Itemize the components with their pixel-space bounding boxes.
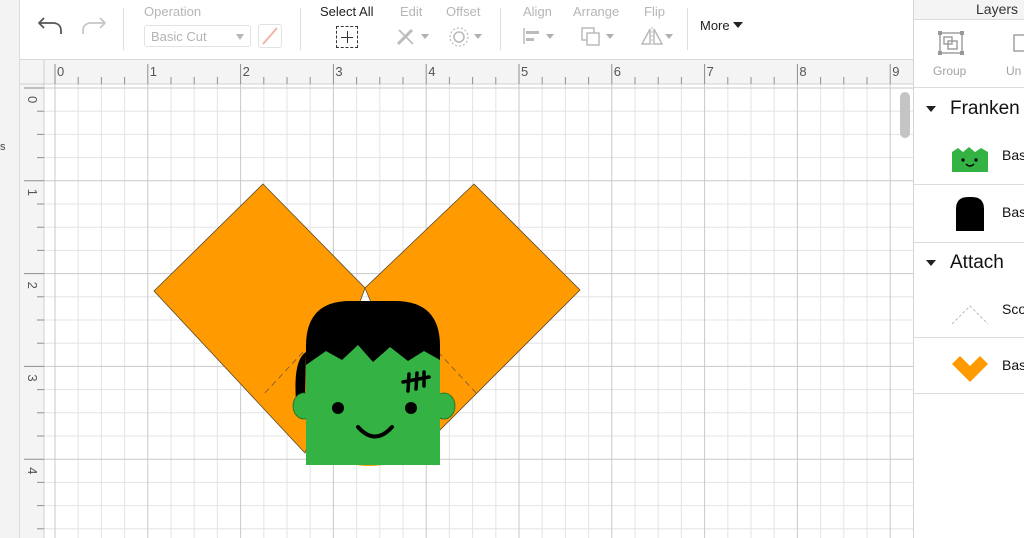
ruler-label: 4 [25,467,40,474]
edit-label: Edit [400,4,423,19]
ruler-label: 4 [428,64,435,79]
black-head-thumbnail-icon [956,197,984,231]
chevron-down-icon [236,34,244,40]
more-button-label: More [700,18,730,33]
select-all-label: Select All [320,4,374,19]
layer-item-label: Sco [1002,301,1024,317]
ruler-label: 7 [707,64,714,79]
layer-group-name: Attach [950,252,1004,273]
layer-group-name: Franken [950,98,1020,119]
design-canvas[interactable]: 0 1 2 3 4 5 6 7 8 9 0 1 2 3 4 [20,60,913,538]
operation-label: Operation [144,4,202,19]
layers-panel-header: Layers [914,0,1024,20]
left-side-strip: s [0,0,20,538]
ruler-label: 0 [25,96,40,103]
ungroup-icon[interactable] [1012,31,1024,55]
caret-down-icon [732,22,743,28]
layer-group-frankenstein[interactable]: Franken [914,90,1024,128]
edit-toolbar: Operation Basic Cut Select All Edit Offs… [20,0,913,60]
arrange-label: Arrange [573,4,620,19]
select-all-button[interactable] [336,26,358,48]
layer-item[interactable]: Bas [914,128,1024,184]
ruler-label: 3 [25,374,40,381]
flip-label: Flip [644,4,665,19]
flip-icon[interactable] [640,26,664,48]
layer-actions: Group Un [914,20,1024,88]
divider [914,242,1024,243]
toolbar-separator [300,8,301,50]
collapse-triangle-icon[interactable] [926,260,936,266]
linetype-swatch[interactable] [258,24,282,48]
chevron-down-icon [546,34,554,39]
redo-icon[interactable] [78,12,108,40]
group-icon[interactable] [938,31,964,55]
undo-icon[interactable] [36,12,66,40]
ruler-label: 1 [25,189,40,196]
frankenstein-face[interactable] [292,301,456,465]
chevron-down-icon [421,34,429,39]
group-button-label[interactable]: Group [933,64,966,78]
align-label: Align [523,4,552,19]
layer-item-label: Bas [1002,357,1024,373]
offset-icon[interactable] [448,26,470,48]
layer-group-attach[interactable]: Attach [914,244,1024,282]
left-strip-label: s [0,141,6,153]
operation-select[interactable]: Basic Cut [144,25,251,47]
left-eye [332,402,344,414]
pen-stroke-icon [262,27,278,45]
arrange-icon[interactable] [580,26,602,48]
edit-tools-icon[interactable] [394,24,418,48]
score-lines-thumbnail-icon [951,305,989,325]
more-button[interactable]: More [700,18,743,33]
layers-panel: Layers Group Un Franken Bas Bas Attach S… [913,0,1024,538]
chevron-down-icon [665,34,673,39]
ruler-label: 2 [243,64,250,79]
collapse-triangle-icon[interactable] [926,106,936,112]
toolbar-separator [500,8,501,50]
offset-label: Offset [446,4,481,19]
ruler-label: 5 [521,64,528,79]
divider [914,393,1024,394]
chevron-down-icon [606,34,614,39]
layer-item[interactable]: Sco [914,282,1024,338]
ruler-label: 9 [892,64,899,79]
ruler-label: 2 [25,282,40,289]
operation-select-value: Basic Cut [151,29,207,44]
green-face [306,345,440,465]
layer-item-label: Bas [1002,147,1024,163]
ruler-label: 3 [335,64,342,79]
toolbar-separator [123,8,124,50]
ungroup-button-label[interactable]: Un [1006,64,1021,78]
canvas-surface: 0 1 2 3 4 5 6 7 8 9 0 1 2 3 4 [20,60,913,538]
orange-v-thumbnail-icon [952,356,988,382]
chevron-down-icon [474,34,482,39]
ruler-label: 0 [57,64,64,79]
layer-item[interactable]: Bas [914,338,1024,394]
ruler-label: 1 [150,64,157,79]
right-eye [405,402,417,414]
layer-item-label: Bas [1002,204,1024,220]
ruler-label: 8 [799,64,806,79]
layer-item[interactable]: Bas [914,185,1024,241]
align-icon[interactable] [522,27,542,45]
vertical-scrollbar[interactable] [900,92,910,138]
toolbar-separator [687,8,688,50]
ruler-label: 6 [614,64,621,79]
layers-title[interactable]: Layers [976,1,1018,17]
frankenstein-face-thumbnail-icon [952,147,988,172]
